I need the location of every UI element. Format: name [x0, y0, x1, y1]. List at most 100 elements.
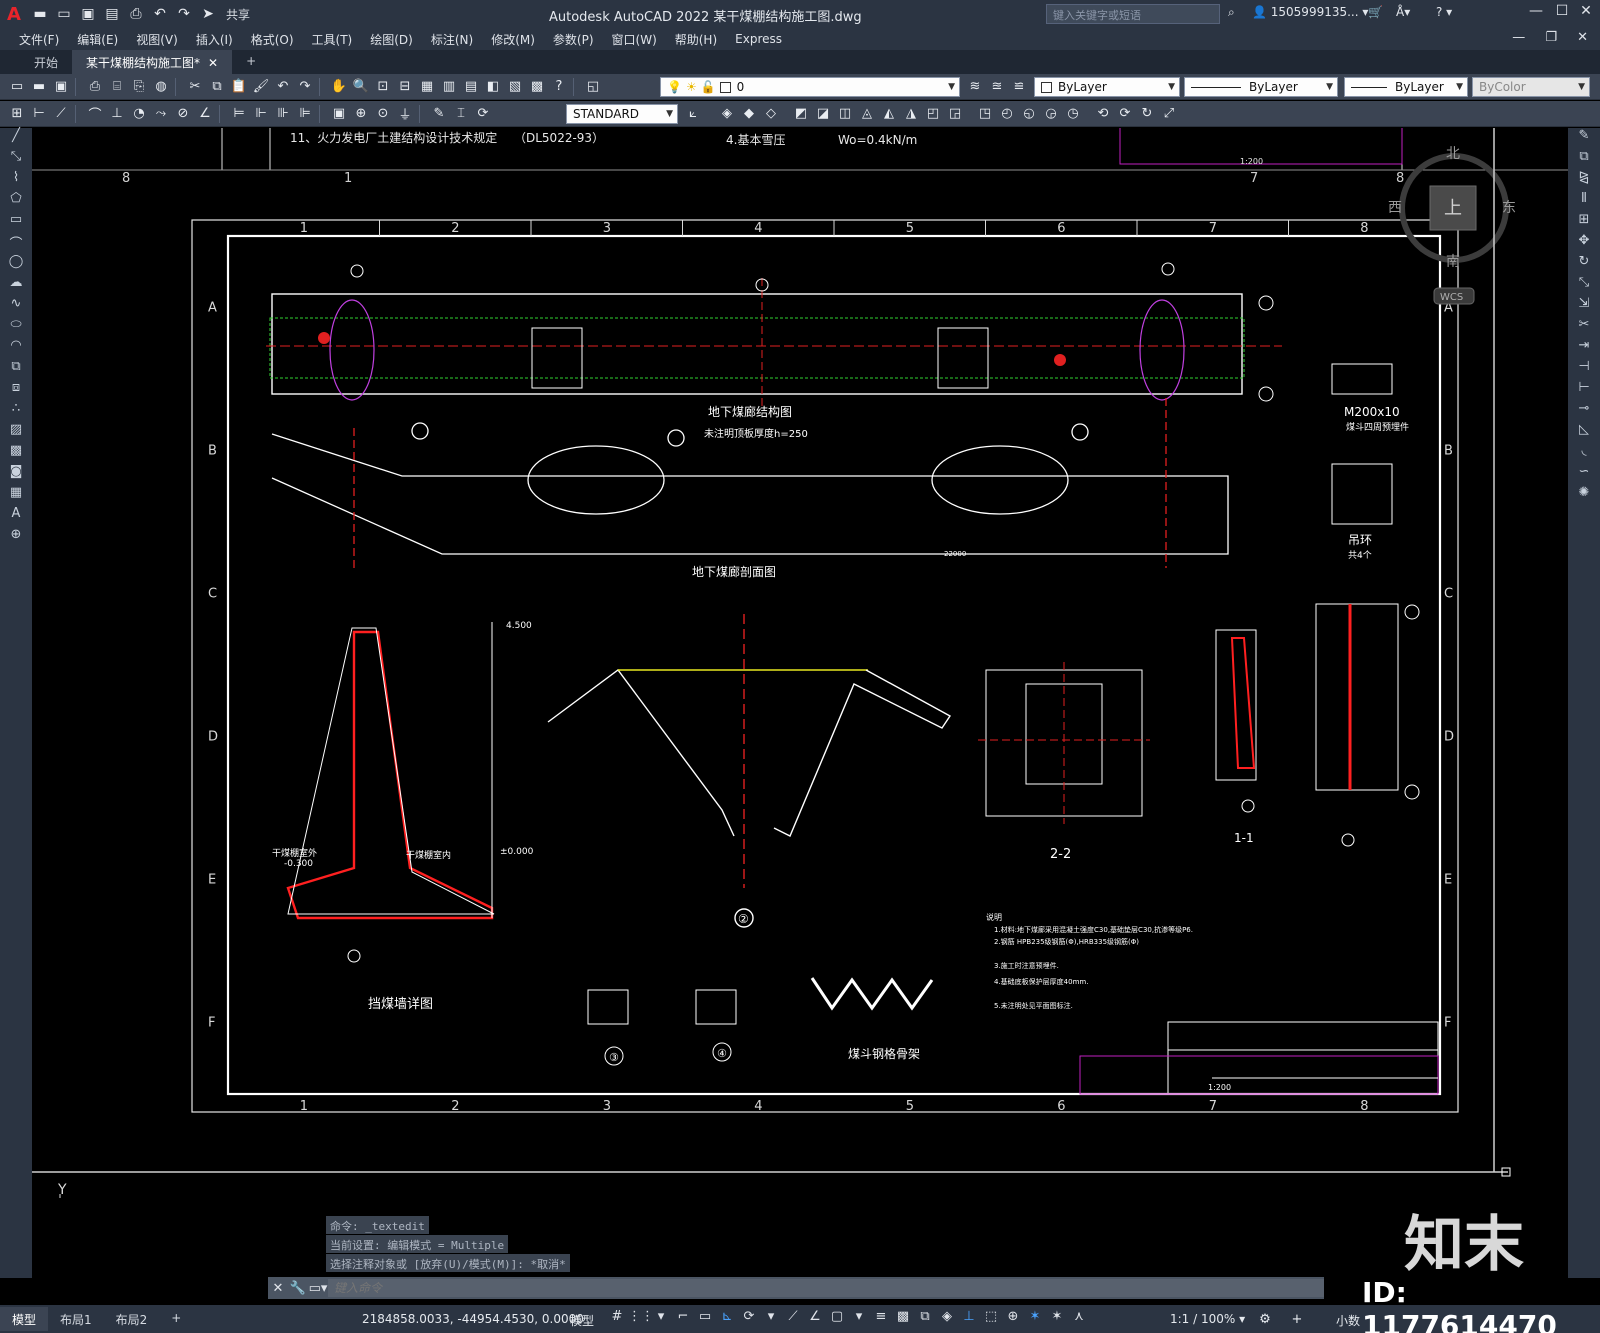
ordinate-icon[interactable]: ⊥: [107, 104, 127, 124]
mdi-controls[interactable]: — ❐ ✕: [1512, 30, 1596, 45]
tab-layout1[interactable]: 布局1: [48, 1307, 104, 1331]
plotstyle-dropdown[interactable]: ByColor ▼: [1472, 77, 1590, 97]
linetype-dropdown[interactable]: ByLayer ▼: [1184, 77, 1338, 97]
ucs-icon[interactable]: ⤢: [1159, 104, 1179, 124]
space-icon[interactable]: ⊪: [273, 104, 293, 124]
menu-file[interactable]: 文件(F): [19, 31, 59, 48]
jogged-linear-icon[interactable]: ⏚: [395, 104, 415, 124]
diameter-icon[interactable]: ⊘: [173, 104, 193, 124]
annotation-visibility-icon[interactable]: ✶: [1024, 1309, 1046, 1329]
tolerance-icon[interactable]: ▣: [329, 104, 349, 124]
search-icon[interactable]: ⌕: [1228, 5, 1235, 20]
wedge-icon[interactable]: ◆: [739, 104, 759, 124]
snap-icon[interactable]: ⋮⋮: [628, 1309, 654, 1329]
undo-icon[interactable]: ↶: [273, 77, 293, 97]
fillet-icon[interactable]: ◟: [1568, 443, 1600, 464]
ellipse-icon[interactable]: ⬭: [0, 317, 32, 338]
dynamic-input-icon[interactable]: ▭: [694, 1309, 716, 1329]
offset-icon[interactable]: ⫴: [1568, 191, 1600, 212]
preview-icon[interactable]: ⌸: [107, 77, 127, 97]
minimize-button[interactable]: —: [1524, 3, 1548, 25]
save-icon[interactable]: ▣: [79, 5, 97, 23]
drawing-canvas[interactable]: 11、火力发电厂土建结构设计技术规定 （DL5022-93） 4.基本雪压 Wo…: [32, 128, 1568, 1198]
design-center-icon[interactable]: ▥: [439, 77, 459, 97]
selection-filter-icon[interactable]: ⬚: [980, 1309, 1002, 1329]
redo-icon[interactable]: ↷: [295, 77, 315, 97]
break-point-icon[interactable]: ⊣: [1568, 359, 1600, 380]
region-icon[interactable]: ◙: [0, 464, 32, 485]
menu-dimension[interactable]: 标注(N): [431, 31, 473, 48]
mirror-icon[interactable]: ⧎: [1568, 170, 1600, 191]
sheet-set-icon[interactable]: ◧: [483, 77, 503, 97]
redo-icon[interactable]: ↷: [175, 5, 193, 23]
workspace-gear-icon[interactable]: ⚙: [1255, 1309, 1275, 1329]
zoom-previous-icon[interactable]: ⊟: [395, 77, 415, 97]
baseline-icon[interactable]: ⊨: [229, 104, 249, 124]
lights-icon[interactable]: ◶: [1041, 104, 1061, 124]
pan-icon[interactable]: ✋: [329, 77, 349, 97]
tool-palette-icon[interactable]: ▤: [461, 77, 481, 97]
transparency-icon[interactable]: ▩: [892, 1309, 914, 1329]
dimstyle-icon[interactable]: ⟀: [683, 104, 703, 124]
menu-parametric[interactable]: 参数(P): [553, 31, 594, 48]
spline-icon[interactable]: ∿: [0, 296, 32, 317]
isodraft-icon[interactable]: ⟋: [782, 1309, 804, 1329]
menu-window[interactable]: 窗口(W): [612, 31, 657, 48]
customize-command-icon[interactable]: 🔧: [288, 1281, 308, 1296]
add-layout-button[interactable]: +: [159, 1307, 193, 1331]
menu-insert[interactable]: 插入(I): [196, 31, 233, 48]
annotation-scale-icon[interactable]: ⋏: [1068, 1309, 1090, 1329]
save-as-icon[interactable]: ▤: [103, 5, 121, 23]
layer-state-icon[interactable]: ≌: [1009, 77, 1029, 97]
zoom-realtime-icon[interactable]: 🔍: [351, 77, 371, 97]
scale-icon[interactable]: ⤡: [1568, 275, 1600, 296]
tab-model[interactable]: 模型: [0, 1307, 49, 1331]
revcloud-icon[interactable]: ☁: [0, 275, 32, 296]
zoom-window-icon[interactable]: ⊡: [373, 77, 393, 97]
tab-layout2[interactable]: 布局2: [104, 1307, 160, 1331]
undo-icon[interactable]: ↶: [151, 5, 169, 23]
share-icon[interactable]: ➤: [199, 5, 217, 23]
gradient-icon[interactable]: ▩: [0, 443, 32, 464]
open-file-icon[interactable]: ▭: [55, 5, 73, 23]
orbit-icon[interactable]: ⟲: [1093, 104, 1113, 124]
cone-icon[interactable]: ◇: [761, 104, 781, 124]
ellipse-arc-icon[interactable]: ◠: [0, 338, 32, 359]
plot-icon[interactable]: ⎙: [127, 5, 145, 23]
ortho-icon[interactable]: ⊾: [716, 1309, 738, 1329]
annotation-scale[interactable]: 1:1 / 100% ▾: [1170, 1312, 1245, 1326]
polar-icon[interactable]: ⟳: [738, 1309, 760, 1329]
selection-cycling-icon[interactable]: ⧉: [914, 1309, 936, 1329]
box-icon[interactable]: ◈: [717, 104, 737, 124]
command-input[interactable]: [328, 1279, 1324, 1297]
autoscale-icon[interactable]: ✶: [1046, 1309, 1068, 1329]
share-label[interactable]: 共享: [226, 6, 250, 23]
3d-osnap-icon[interactable]: ◈: [936, 1309, 958, 1329]
plus-icon[interactable]: +: [1287, 1309, 1307, 1329]
coordinate-readout[interactable]: 2184858.0033, -44954.4530, 0.0000: [362, 1312, 584, 1326]
menu-format[interactable]: 格式(O): [251, 31, 294, 48]
menu-draw[interactable]: 绘图(D): [370, 31, 413, 48]
menu-tools[interactable]: 工具(T): [312, 31, 353, 48]
loft-icon[interactable]: ◰: [923, 104, 943, 124]
table-icon[interactable]: ▦: [0, 485, 32, 506]
make-current-icon[interactable]: ≋: [965, 77, 985, 97]
camera-icon[interactable]: ◷: [1063, 104, 1083, 124]
viewcube[interactable]: [1399, 153, 1509, 305]
visual-style-icon[interactable]: ◳: [975, 104, 995, 124]
close-tab-icon[interactable]: ✕: [208, 56, 218, 70]
walk-icon[interactable]: ⟳: [1115, 104, 1135, 124]
erase-icon[interactable]: ✎: [1568, 128, 1600, 149]
extend-icon[interactable]: ⇥: [1568, 338, 1600, 359]
layer-properties-icon[interactable]: ◱: [583, 77, 603, 97]
osnap-track-icon[interactable]: ∠: [804, 1309, 826, 1329]
presspull-icon[interactable]: ◲: [945, 104, 965, 124]
autocad-logo[interactable]: A: [0, 0, 28, 28]
menu-edit[interactable]: 编辑(E): [77, 31, 118, 48]
subtract-icon[interactable]: ◪: [813, 104, 833, 124]
search-input[interactable]: 键入关键字或短语: [1046, 4, 1220, 24]
model-space-toggle[interactable]: 模型: [570, 1312, 594, 1329]
copy-icon[interactable]: ⧉: [207, 77, 227, 97]
lineweight-dropdown[interactable]: ByLayer ▼: [1344, 77, 1468, 97]
new-icon[interactable]: ▭: [7, 77, 27, 97]
